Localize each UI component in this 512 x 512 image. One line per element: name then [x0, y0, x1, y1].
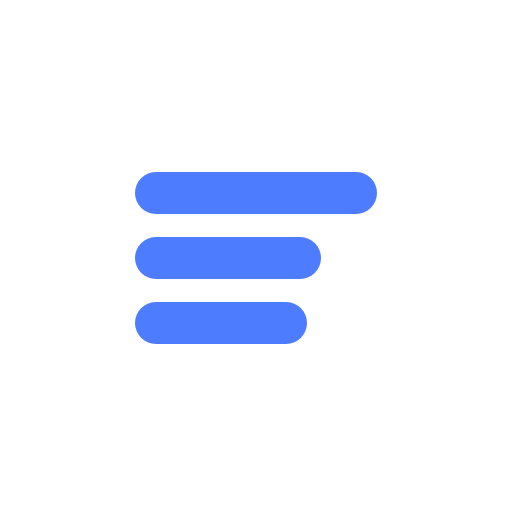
hamburger-menu-icon[interactable] — [0, 0, 512, 512]
menu-bar-bottom — [135, 302, 307, 344]
menu-bar-middle — [135, 237, 321, 279]
menu-bar-top — [135, 172, 377, 214]
icon-canvas — [0, 0, 512, 512]
